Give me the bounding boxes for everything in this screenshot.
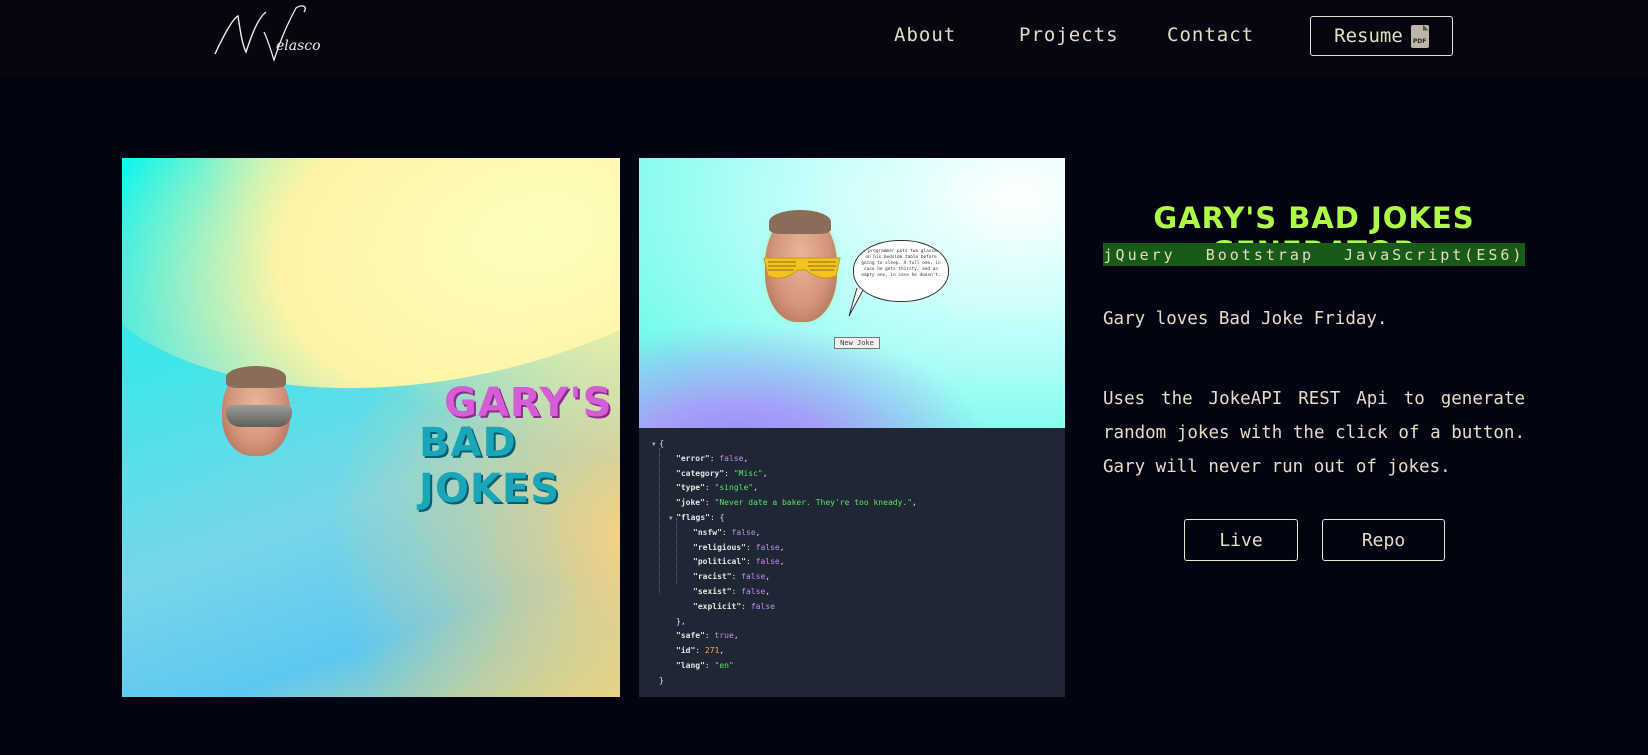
json-line: }, [676,616,686,626]
json-line: "safe": true, [676,631,739,641]
json-line: "nsfw": false, [693,527,761,537]
json-line: "joke": "Never date a baker. They're too… [676,498,917,508]
json-line: "racist": false, [693,572,771,582]
gary-hair [769,210,831,234]
speech-bubble: A programmer puts two glasses on his bed… [853,240,949,302]
json-line: "sexist": false, [693,587,771,596]
json-line: "id": 271, [676,646,725,656]
repo-button[interactable]: Repo [1322,519,1445,561]
tech-tag: Bootstrap [1205,245,1314,264]
json-response-panel: ▼ { "error": false, "category": "Misc", "ty… [639,428,1065,697]
pdf-icon: PDF [1410,24,1429,48]
project-description: Uses the JokeAPI REST Api to generate ra… [1103,389,1525,477]
app-screenshot: A programmer puts two glasses on his bed… [639,158,1065,428]
project-tagline: Gary loves Bad Joke Friday. [1103,309,1388,329]
cover-title-line2: BAD JOKES [419,420,561,512]
json-line: ▼ "flags": { [669,513,725,522]
new-joke-button[interactable]: New Joke [834,337,880,349]
top-navbar: elasco About Projects Contact Resume PDF [0,0,1648,76]
json-line: "category": "Misc", [676,468,768,478]
shutter-shades-icon [763,257,841,279]
nav-link-projects[interactable]: Projects [1019,24,1119,46]
json-line: ▼ { [652,439,665,448]
json-line: "error": false, [676,453,749,463]
json-line: } [659,675,664,685]
json-line: "type": "single", [676,483,758,493]
live-button[interactable]: Live [1184,519,1298,561]
resume-label: Resume [1334,25,1403,47]
tech-tag: jQuery [1103,245,1176,264]
indent-guide [659,448,660,594]
signature-logo-icon: elasco [214,5,321,63]
sunglasses-icon [226,405,292,427]
svg-text:elasco: elasco [276,38,321,54]
json-line: "religious": false, [693,542,785,552]
site-logo[interactable]: elasco [212,4,332,64]
json-line: "political": false, [693,557,785,567]
speech-bubble-tail [848,288,864,317]
tech-tag: JavaScript(ES6) [1344,245,1525,264]
json-line: "explicit": false [693,601,775,611]
pdf-badge: PDF [1412,37,1427,45]
nav-link-contact[interactable]: Contact [1167,24,1254,46]
gary-hair [226,366,286,388]
tech-stack-bar: jQuery Bootstrap JavaScript(ES6) [1103,243,1525,266]
indent-guide [676,518,677,584]
nav-link-about[interactable]: About [894,24,956,46]
resume-button[interactable]: Resume PDF [1310,16,1453,56]
json-line: "lang": "en" [676,661,734,670]
project-cover-image: GARY'S BAD JOKES [122,158,620,697]
